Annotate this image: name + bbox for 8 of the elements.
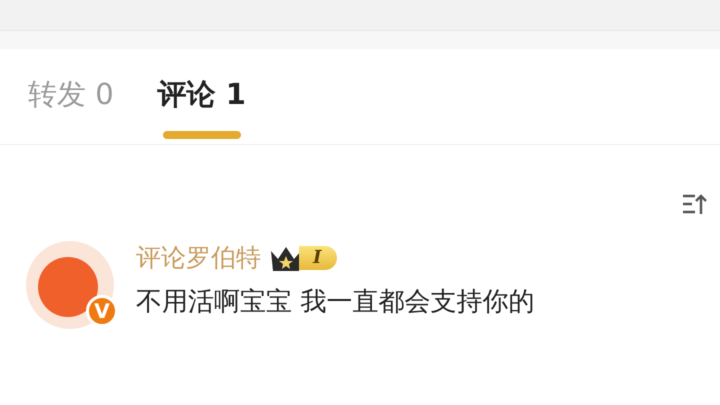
sort-icon[interactable] <box>682 193 708 215</box>
tab[interactable]: 转发 0 <box>28 75 114 143</box>
comment-text: 不用活啊宝宝 我一直都会支持你的 <box>136 286 534 319</box>
username[interactable]: 评论罗伯特 <box>136 241 261 274</box>
verified-badge: V <box>86 295 118 327</box>
tab[interactable]: 评论 1 <box>158 75 246 143</box>
avatar[interactable] <box>24 239 116 331</box>
level-badge: I <box>299 246 338 270</box>
